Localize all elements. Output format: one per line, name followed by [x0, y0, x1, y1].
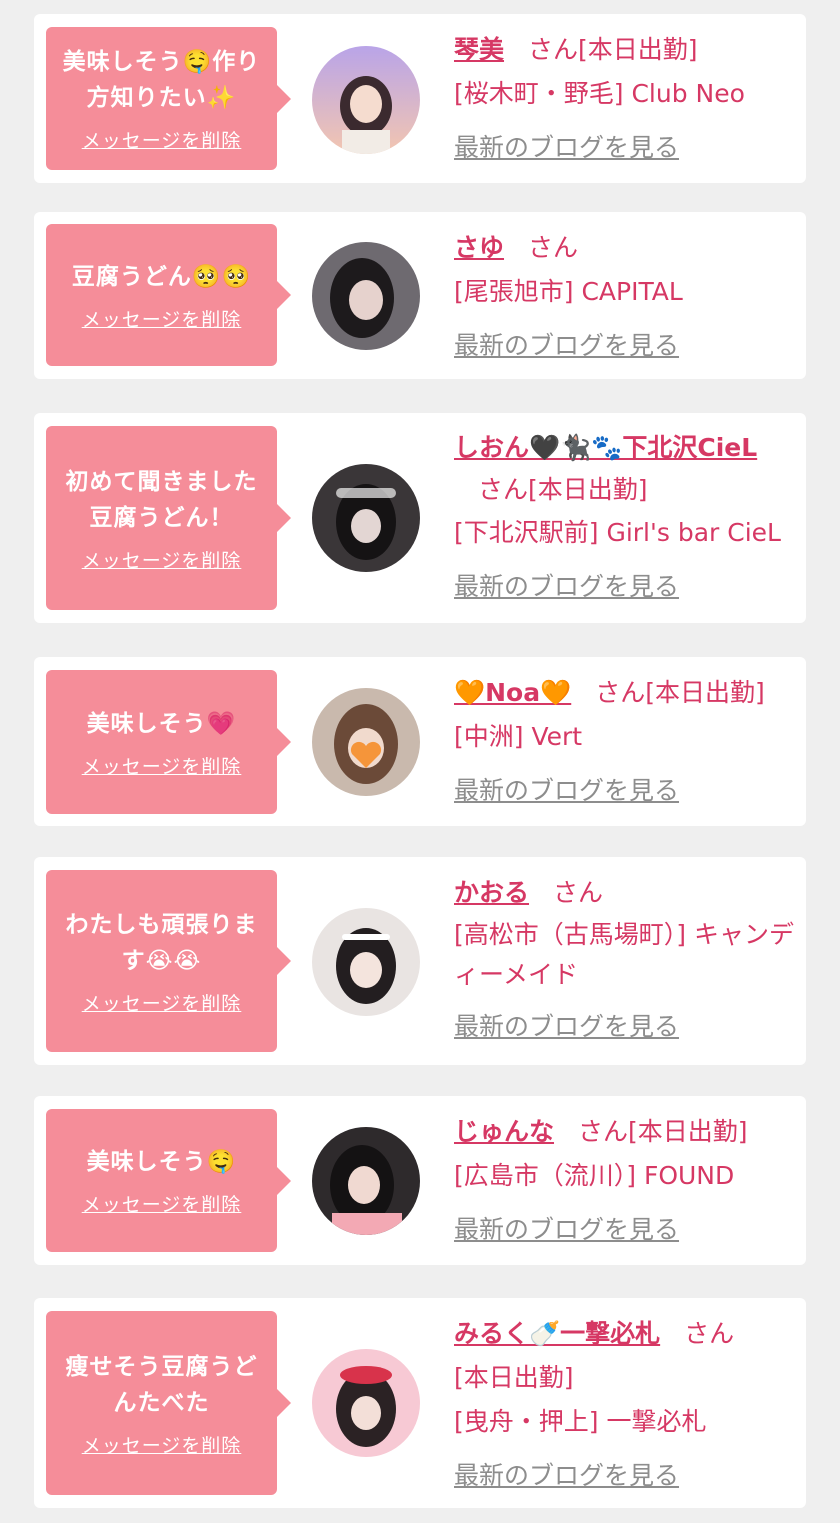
message-card: 豆腐うどん🥺🥺 メッセージを削除 さゆ さん [尾張旭市] CAPITAL 最新の…	[34, 212, 806, 379]
shift-status: [本日出勤]	[528, 475, 648, 504]
avatar[interactable]	[312, 908, 420, 1016]
message-card: 美味しそう🤤 メッセージを削除 じゅんな さん[本日出勤] [広島市（流川）] F…	[34, 1096, 806, 1265]
avatar-image	[312, 688, 420, 796]
message-bubble: 美味しそう🤤作り方知りたい✨ メッセージを削除	[46, 27, 291, 170]
delete-message-link[interactable]: メッセージを削除	[82, 989, 242, 1016]
profile-info: しおん🖤🐈‍⬛🐾下北沢CieL さん[本日出勤] [下北沢駅前] Girl's b…	[454, 427, 794, 609]
message-card: 美味しそう💗 メッセージを削除 🧡Noa🧡 さん[本日出勤] [中洲] Vert …	[34, 657, 806, 826]
latest-blog-link[interactable]: 最新のブログを見る	[454, 769, 679, 813]
avatar[interactable]	[312, 464, 420, 572]
avatar-image	[312, 1127, 420, 1235]
delete-message-link[interactable]: メッセージを削除	[82, 305, 242, 332]
avatar-image	[312, 464, 420, 572]
latest-blog-link[interactable]: 最新のブログを見る	[454, 565, 679, 609]
honorific: さん	[478, 475, 529, 504]
latest-blog-link[interactable]: 最新のブログを見る	[454, 324, 679, 368]
message-bubble: 美味しそう💗 メッセージを削除	[46, 670, 291, 814]
delete-message-link[interactable]: メッセージを削除	[82, 1190, 242, 1217]
delete-message-link[interactable]: メッセージを削除	[82, 1431, 242, 1458]
delete-message-link[interactable]: メッセージを削除	[82, 546, 242, 573]
girl-name-link[interactable]: かおる	[454, 878, 529, 907]
message-bubble: わたしも頑張ります😭😭 メッセージを削除	[46, 870, 291, 1052]
profile-info: 琴美 さん[本日出勤] [桜木町・野毛] Club Neo 最新のブログを見る	[454, 28, 794, 170]
message-text: 初めて聞きました豆腐うどん！	[65, 468, 258, 531]
message-text: 美味しそう🤤	[86, 1149, 237, 1175]
profile-info: みるく🍼一撃必札 さん [本日出勤] [曳舟・押上] 一撃必札 最新のブログを見る	[454, 1312, 794, 1498]
latest-blog-link[interactable]: 最新のブログを見る	[454, 1454, 679, 1498]
avatar-image	[312, 242, 420, 350]
honorific: さん	[684, 1319, 735, 1348]
avatar-image	[312, 1349, 420, 1457]
girl-name-link[interactable]: みるく🍼一撃必札	[454, 1319, 660, 1348]
message-bubble: 初めて聞きました豆腐うどん！ メッセージを削除	[46, 426, 291, 610]
message-card: 美味しそう🤤作り方知りたい✨ メッセージを削除 琴美 さん[本日出勤] [桜木町・…	[34, 14, 806, 183]
shop-location: [桜木町・野毛] Club Neo	[454, 79, 745, 108]
shop-location: [広島市（流川）] FOUND	[454, 1161, 735, 1190]
honorific: さん	[595, 678, 646, 707]
delete-message-link[interactable]: メッセージを削除	[82, 126, 242, 153]
message-text: 豆腐うどん🥺🥺	[71, 263, 252, 290]
latest-blog-link[interactable]: 最新のブログを見る	[454, 126, 679, 170]
message-text: 美味しそう💗	[86, 710, 237, 737]
girl-name-link[interactable]: さゆ	[454, 233, 504, 262]
girl-name-link[interactable]: 琴美	[454, 35, 504, 64]
avatar[interactable]	[312, 1127, 420, 1235]
profile-info: じゅんな さん[本日出勤] [広島市（流川）] FOUND 最新のブログを見る	[454, 1110, 794, 1252]
message-bubble: 痩せそう豆腐うどんたべた メッセージを削除	[46, 1311, 291, 1495]
message-bubble: 豆腐うどん🥺🥺 メッセージを削除	[46, 224, 291, 366]
shop-location: [曳舟・押上] 一撃必札	[454, 1407, 707, 1436]
message-bubble: 美味しそう🤤 メッセージを削除	[46, 1109, 291, 1252]
avatar-image	[312, 46, 420, 154]
avatar[interactable]	[312, 46, 420, 154]
latest-blog-link[interactable]: 最新のブログを見る	[454, 1208, 679, 1252]
profile-info: かおる さん [高松市（古馬場町）] キャンディーメイド 最新のブログを見る	[454, 871, 794, 1049]
honorific: さん	[528, 233, 579, 262]
girl-name-link[interactable]: じゅんな	[454, 1117, 554, 1146]
avatar[interactable]	[312, 242, 420, 350]
message-text: 美味しそう🤤作り方知りたい✨	[62, 49, 261, 111]
avatar[interactable]	[312, 1349, 420, 1457]
shift-status: [本日出勤]	[628, 1117, 748, 1146]
message-card: 初めて聞きました豆腐うどん！ メッセージを削除 しおん🖤🐈‍⬛🐾下北沢CieL さ…	[34, 413, 806, 623]
profile-info: さゆ さん [尾張旭市] CAPITAL 最新のブログを見る	[454, 226, 794, 368]
message-text: 痩せそう豆腐うどんたべた	[65, 1353, 258, 1416]
shop-location: [中洲] Vert	[454, 722, 583, 751]
profile-info: 🧡Noa🧡 さん[本日出勤] [中洲] Vert 最新のブログを見る	[454, 671, 794, 813]
avatar-image	[312, 908, 420, 1016]
message-card: わたしも頑張ります😭😭 メッセージを削除 かおる さん [高松市（古馬場町）] キ…	[34, 857, 806, 1065]
girl-name-link[interactable]: 🧡Noa🧡	[454, 678, 571, 707]
girl-name-link[interactable]: しおん🖤🐈‍⬛🐾下北沢CieL	[454, 433, 757, 462]
delete-message-link[interactable]: メッセージを削除	[82, 752, 242, 779]
shop-location: [尾張旭市] CAPITAL	[454, 277, 683, 306]
honorific: さん	[553, 878, 604, 907]
latest-blog-link[interactable]: 最新のブログを見る	[454, 1005, 679, 1049]
message-text: わたしも頑張ります😭😭	[65, 911, 258, 974]
shift-status: [本日出勤]	[578, 35, 698, 64]
message-card: 痩せそう豆腐うどんたべた メッセージを削除 みるく🍼一撃必札 さん [本日出勤] …	[34, 1298, 806, 1508]
avatar[interactable]	[312, 688, 420, 796]
shift-status: [本日出勤]	[454, 1363, 574, 1392]
shift-status: [本日出勤]	[645, 678, 765, 707]
shop-location: [高松市（古馬場町）] キャンディーメイド	[454, 920, 794, 989]
honorific: さん	[578, 1117, 629, 1146]
shop-location: [下北沢駅前] Girl's bar CieL	[454, 518, 781, 547]
honorific: さん	[528, 35, 579, 64]
